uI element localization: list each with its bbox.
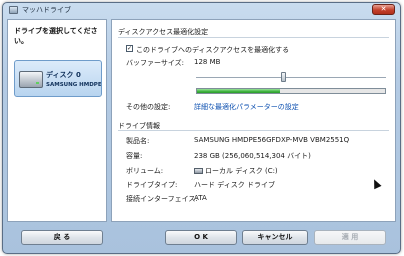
section-divider: [118, 37, 389, 38]
optimize-checkbox-label[interactable]: このドライブへのディスクアクセスを最適化する: [136, 45, 289, 55]
app-icon: [9, 6, 18, 14]
drive-list-panel: ドライブを選択してください。 ディスク 0 SAMSUNG HMDPE...: [7, 19, 107, 222]
title-bar[interactable]: マッハドライブ ✕: [3, 3, 400, 17]
advanced-settings-link[interactable]: 詳細な最適化パラメーターの設定: [194, 102, 299, 112]
buffer-progress-fill: [197, 89, 280, 93]
interface-label: 接続インターフェイス:: [126, 195, 198, 203]
main-window: マッハドライブ ✕ ドライブを選択してください。 ディスク 0 SAMSUNG …: [2, 2, 401, 254]
close-button[interactable]: ✕: [372, 4, 395, 15]
capacity-value: 238 GB (256,060,514,304 バイト): [194, 152, 311, 160]
window-title: マッハドライブ: [22, 6, 71, 14]
check-mark-icon: ✓: [127, 45, 133, 52]
interface-value: ATA: [194, 194, 207, 202]
drive-item-name: ディスク 0: [46, 71, 81, 79]
buffer-size-slider-track[interactable]: [196, 77, 386, 79]
volume-value: ローカル ディスク (C:): [205, 167, 278, 175]
settings-panel: ディスクアクセス最適化設定 ✓ このドライブへのディスクアクセスを最適化する バ…: [111, 19, 396, 222]
optimization-section-title: ディスクアクセス最適化設定: [118, 28, 209, 36]
buffer-size-value: 128 MB: [194, 58, 221, 66]
other-settings-label: その他の設定:: [126, 103, 171, 111]
capacity-label: 容量:: [126, 152, 143, 160]
buffer-size-slider-thumb[interactable]: [280, 72, 286, 82]
drive-item-disk-0[interactable]: ディスク 0 SAMSUNG HMDPE...: [14, 60, 102, 97]
drive-item-model: SAMSUNG HMDPE...: [46, 82, 101, 88]
optimize-checkbox[interactable]: ✓: [126, 45, 133, 52]
drive-type-value: ハード ディスク ドライブ: [194, 181, 275, 189]
product-name-value: SAMSUNG HMDPE56GFDXP-MVB VBM2551Q: [194, 136, 350, 144]
back-button[interactable]: 戻 る: [21, 230, 103, 245]
drive-list-title: ドライブを選択してください。: [14, 27, 98, 45]
volume-label: ボリューム:: [126, 167, 164, 175]
local-disk-icon: [194, 168, 203, 174]
apply-button[interactable]: 適 用: [314, 230, 386, 245]
buffer-progress-bar: [196, 88, 386, 94]
drive-type-label: ドライブタイプ:: [126, 181, 178, 189]
cancel-button[interactable]: キャンセル: [242, 230, 308, 245]
product-name-label: 製品名:: [126, 137, 150, 145]
buffer-size-label: バッファーサイズ:: [126, 59, 185, 67]
section-divider: [118, 130, 389, 131]
volume-value-row: ローカル ディスク (C:): [194, 166, 278, 176]
hard-drive-icon: [19, 71, 43, 88]
ok-button[interactable]: O K: [165, 230, 237, 245]
